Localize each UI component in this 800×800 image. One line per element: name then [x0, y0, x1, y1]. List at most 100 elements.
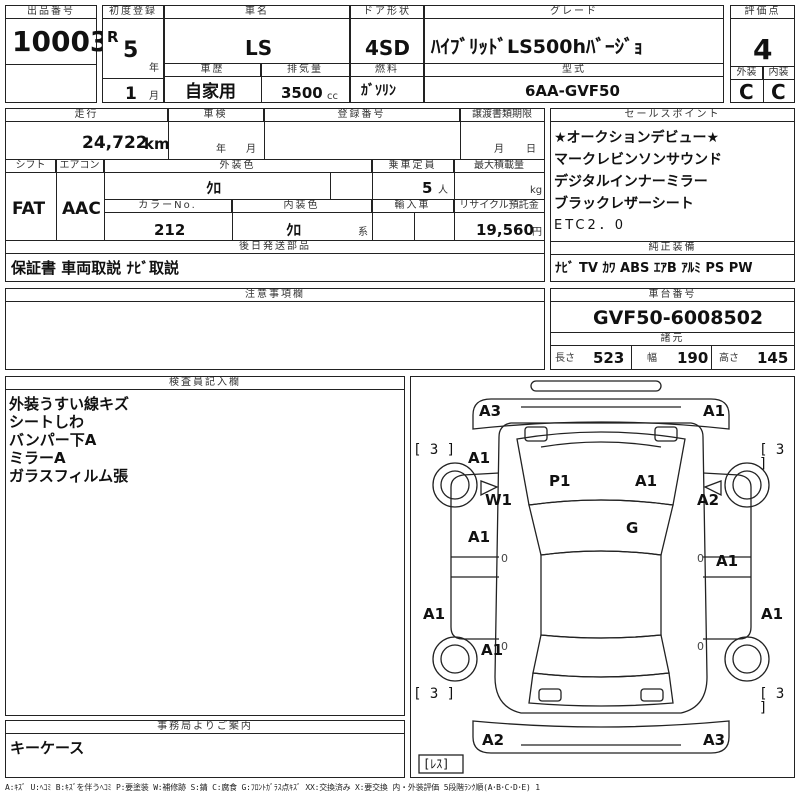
recycle-header: リサイクル預託金 — [454, 200, 544, 213]
damage-mark-roof-left: P1 — [549, 472, 571, 490]
selling-point: デジタルインナーミラー — [554, 174, 708, 190]
equipment-items: ﾅﾋﾞ TV ｶﾜ ABS ｴｱB ｱﾙﾐ PS PW — [555, 261, 753, 276]
selling-point: ブラックレザーシート — [554, 196, 694, 212]
width: 190 — [677, 349, 709, 367]
fuel-header: 燃料 — [351, 64, 423, 77]
inspector-note: バンパー下A — [9, 431, 97, 449]
shift-header: シフト — [6, 160, 56, 173]
damage-mark-front-left: A3 — [479, 402, 502, 420]
damage-mark-door-fl: A1 — [468, 528, 491, 546]
mileage-header: 走行 — [6, 109, 168, 122]
inspector-box: 検査員記入欄 外装うすい線キズ シートしわ バンパー下A ミラーA ガラスフィル… — [5, 376, 405, 716]
car-name: LS — [245, 36, 273, 60]
lot-number: 10003 — [12, 25, 110, 58]
selling-points-header: セールスポイント — [551, 109, 794, 122]
score-box: 評価点 4 外装 内装 C C — [730, 5, 795, 103]
damage-mark-front-right: A1 — [703, 402, 726, 420]
notes-header: 注意事項欄 — [6, 289, 544, 302]
int-color-header: 内装色 — [232, 200, 372, 213]
damage-legend: A:ｷｽﾞ U:ﾍｺﾐ B:ｷｽﾞを伴うﾍｺﾐ P:要塗装 W:補修跡 S:錆 … — [5, 783, 540, 792]
model: 6AA-GVF50 — [525, 82, 620, 100]
inspection-header: 車検 — [168, 109, 264, 122]
shift: FAT — [12, 199, 46, 219]
tire-front-right: [ 3 ] — [759, 442, 785, 472]
transfer-day-unit: 日 — [526, 144, 536, 155]
office-text: キーケース — [10, 739, 85, 757]
inspector-note: ミラーA — [9, 449, 66, 467]
registration-year: 5 — [123, 38, 139, 63]
damage-mark-door-rl: A1 — [481, 641, 504, 659]
damage-mark-roof-right: A1 — [635, 472, 658, 490]
mileage: 24,722 — [82, 133, 148, 153]
chassis-number: GVF50-6008502 — [593, 307, 764, 329]
mileage-unit: km — [144, 135, 170, 153]
grade-header: グレード — [425, 6, 723, 19]
length-label: 長さ — [555, 353, 575, 364]
capacity: 5 — [422, 179, 433, 197]
transfer-month-unit: 月 — [494, 144, 504, 155]
inspector-note: ガラスフィルム張 — [9, 467, 129, 485]
zero-mark: 0 — [697, 640, 704, 653]
int-color: ｸﾛ — [286, 221, 302, 239]
ac: AAC — [62, 199, 101, 219]
damage-mark-fender-right: A2 — [697, 491, 720, 509]
capacity-unit: 人 — [438, 185, 448, 196]
selling-point: マークレビンソンサウンド — [554, 152, 722, 168]
car-outline — [418, 380, 770, 774]
width-label: 幅 — [647, 353, 657, 364]
first-registration-header: 初度登録 — [103, 6, 163, 19]
selling-point: ETC2．0 — [554, 218, 627, 233]
selling-point: ★オークションデビュー★ — [554, 130, 720, 146]
first-registration-box: 初度登録 R 5 年 1 月 — [102, 5, 164, 103]
car-name-box: 車名 LS 車歴 排気量 自家用 3500 cc — [164, 5, 350, 103]
grade-box: グレード ﾊｲﾌﾞﾘｯﾄﾞLS500hﾊﾞｰｼﾞｮ 型式 6AA-GVF50 — [424, 5, 724, 103]
displacement-unit: cc — [327, 91, 338, 102]
damage-mark-door-fr: A1 — [716, 552, 739, 570]
inspector-header: 検査員記入欄 — [6, 377, 404, 390]
model-header: 型式 — [425, 64, 723, 77]
history: 自家用 — [185, 82, 236, 102]
inspection-year-unit: 年 — [216, 144, 226, 155]
history-header: 車歴 — [165, 64, 261, 77]
damage-mark-hood-left: A1 — [468, 449, 491, 467]
zero-mark: 0 — [501, 640, 508, 653]
score: 4 — [753, 33, 773, 66]
tire-rear-left: [ 3 ] — [413, 686, 456, 702]
chassis-header: 車台番号 — [551, 289, 794, 302]
damage-mark-sill-right: A1 — [761, 605, 784, 623]
spec-header: 諸元 — [551, 333, 794, 346]
grade: ﾊｲﾌﾞﾘｯﾄﾞLS500hﾊﾞｰｼﾞｮ — [431, 36, 643, 58]
later-header: 後日発送部品 — [6, 241, 544, 254]
recycle-unit: 円 — [532, 227, 542, 238]
later-items: 保証書 車両取説 ﾅﾋﾞ取説 — [11, 259, 179, 277]
door-type: 4SD — [365, 36, 410, 60]
office-header: 事務局よりご案内 — [6, 721, 404, 734]
equipment-header: 純正装備 — [551, 242, 794, 255]
ac-header: エアコン — [56, 160, 104, 173]
displacement: 3500 — [281, 84, 323, 102]
tire-rear-right: [ 3 ] — [759, 686, 785, 716]
damage-mark-rear-left: A2 — [482, 731, 505, 749]
color-no-header: カラーNo. — [104, 200, 232, 213]
exterior-header: 外装 — [731, 67, 763, 80]
damage-mark-sill-left: A1 — [423, 605, 446, 623]
tire-front-left: [ 3 ] — [413, 442, 456, 458]
damage-mark-glass: G — [626, 519, 639, 537]
length: 523 — [593, 349, 625, 367]
interior-header: 内装 — [763, 67, 794, 80]
inspector-note: シートしわ — [9, 413, 85, 431]
zero-mark: 0 — [501, 552, 508, 565]
year-unit: 年 — [149, 63, 159, 74]
office-box: 事務局よりご案内 キーケース — [5, 720, 405, 778]
ext-color-header: 外装色 — [104, 160, 372, 173]
import-header: 輸入車 — [372, 200, 454, 213]
door-header: ドア形状 — [351, 6, 423, 19]
lot-number-header: 出品番号 — [6, 6, 96, 19]
fuel: ｶﾞｿﾘﾝ — [361, 83, 396, 99]
exterior-grade: C — [739, 80, 754, 104]
load-header: 最大積載量 — [454, 160, 544, 173]
height: 145 — [757, 349, 789, 367]
spare-tire: [ﾚｽ] — [423, 757, 450, 771]
load-unit: kg — [530, 185, 543, 196]
zero-mark: 0 — [697, 552, 704, 565]
